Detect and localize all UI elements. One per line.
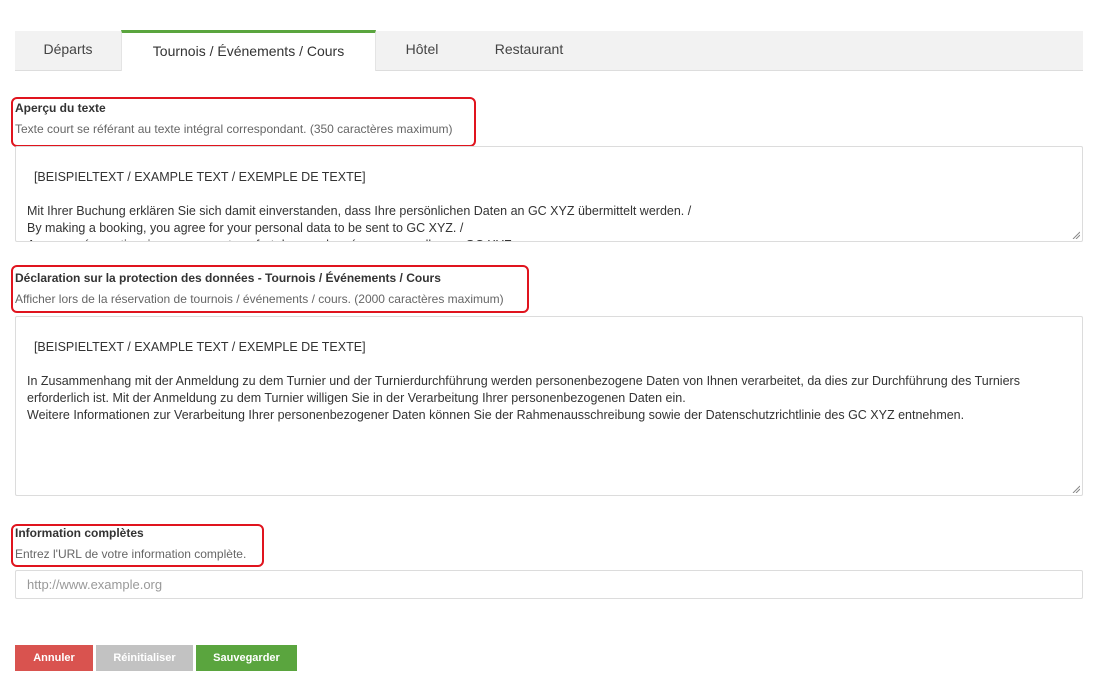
preview-label: Aperçu du texte	[15, 101, 106, 115]
tab-tournois[interactable]: Tournois / Événements / Cours	[121, 30, 376, 71]
privacy-help-text: Afficher lors de la réservation de tourn…	[15, 292, 504, 306]
tab-label: Départs	[43, 41, 93, 57]
full-info-help-text: Entrez l'URL de votre information complè…	[15, 547, 247, 561]
tab-hotel[interactable]: Hôtel	[376, 31, 468, 71]
tab-label: Restaurant	[494, 41, 564, 57]
cancel-button[interactable]: Annuler	[15, 645, 93, 671]
tab-label: Tournois / Événements / Cours	[152, 43, 345, 59]
full-info-label: Information complètes	[15, 526, 144, 540]
tab-label: Hôtel	[405, 41, 439, 57]
reset-button[interactable]: Réinitialiser	[96, 645, 193, 671]
tab-bar: Départs Tournois / Événements / Cours Hô…	[15, 30, 1083, 71]
tab-departs[interactable]: Départs	[15, 31, 121, 71]
preview-help-text: Texte court se référant au texte intégra…	[15, 122, 453, 136]
privacy-label: Déclaration sur la protection des donnée…	[15, 271, 441, 285]
full-info-url-input[interactable]	[15, 570, 1083, 599]
resize-grip-icon[interactable]	[1072, 231, 1080, 239]
privacy-textarea-value: [BEISPIELTEXT / EXAMPLE TEXT / EXEMPLE D…	[27, 340, 1020, 422]
privacy-textarea[interactable]: [BEISPIELTEXT / EXAMPLE TEXT / EXEMPLE D…	[15, 316, 1083, 496]
preview-textarea-value: [BEISPIELTEXT / EXAMPLE TEXT / EXEMPLE D…	[27, 170, 692, 241]
save-button[interactable]: Sauvegarder	[196, 645, 297, 671]
resize-grip-icon[interactable]	[1072, 485, 1080, 493]
preview-textarea[interactable]: [BEISPIELTEXT / EXAMPLE TEXT / EXEMPLE D…	[15, 146, 1083, 242]
tab-restaurant[interactable]: Restaurant	[468, 31, 590, 71]
